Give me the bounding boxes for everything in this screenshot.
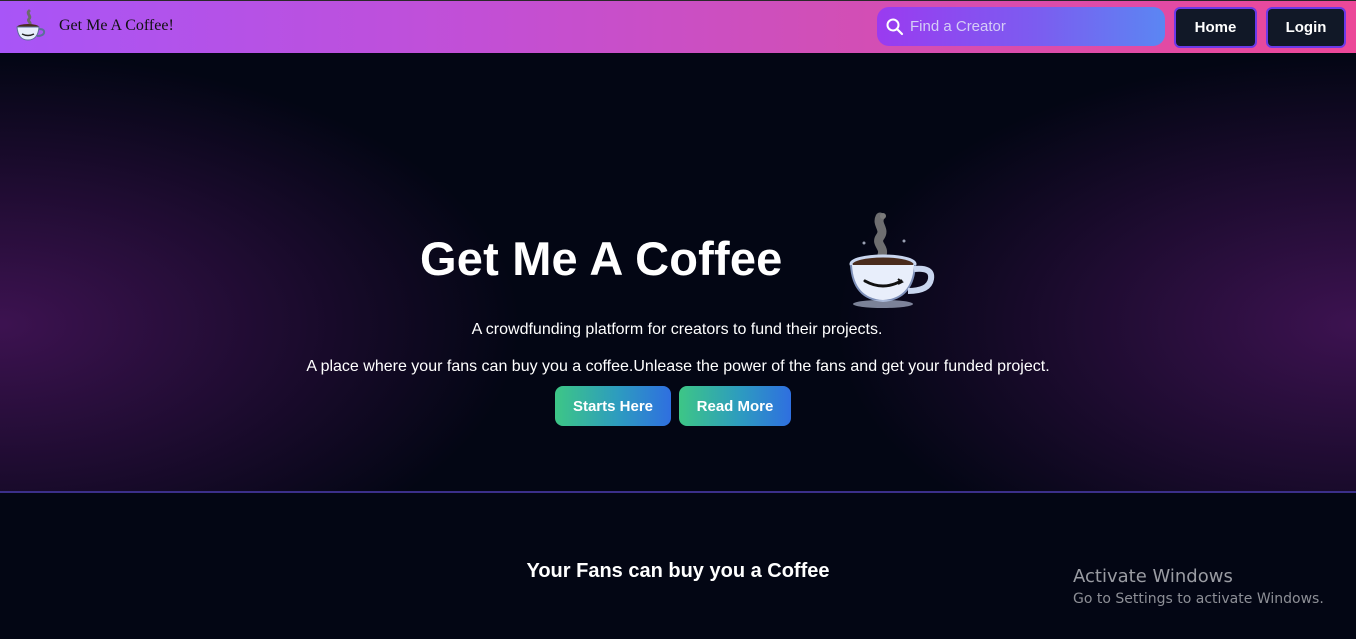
- hero-tagline: A crowdfunding platform for creators to …: [471, 321, 883, 338]
- section-divider: [0, 491, 1356, 493]
- brand[interactable]: Get Me A Coffee!: [14, 9, 174, 43]
- coffee-cup-icon: [849, 212, 935, 308]
- search-icon: [886, 18, 904, 35]
- watermark-subtitle: Go to Settings to activate Windows.: [1073, 591, 1324, 607]
- hero-section: Get Me A Coffee A crowdfunding platform …: [0, 53, 1356, 491]
- navbar: Get Me A Coffee! Home Login: [0, 0, 1356, 53]
- brand-name: Get Me A Coffee!: [59, 17, 174, 34]
- search-bar[interactable]: [877, 7, 1165, 46]
- coffee-cup-icon: [16, 9, 46, 41]
- start-button[interactable]: Starts Here: [555, 386, 671, 426]
- read-more-button[interactable]: Read More: [679, 386, 791, 426]
- login-button[interactable]: Login: [1266, 7, 1346, 48]
- home-button[interactable]: Home: [1174, 7, 1257, 48]
- watermark-title: Activate Windows: [1073, 566, 1233, 587]
- hero-description: A place where your fans can buy you a co…: [306, 358, 1050, 375]
- hero-title: Get Me A Coffee: [420, 232, 783, 285]
- activate-windows-watermark: Activate Windows Go to Settings to activ…: [1073, 566, 1324, 607]
- search-input[interactable]: [910, 18, 1150, 35]
